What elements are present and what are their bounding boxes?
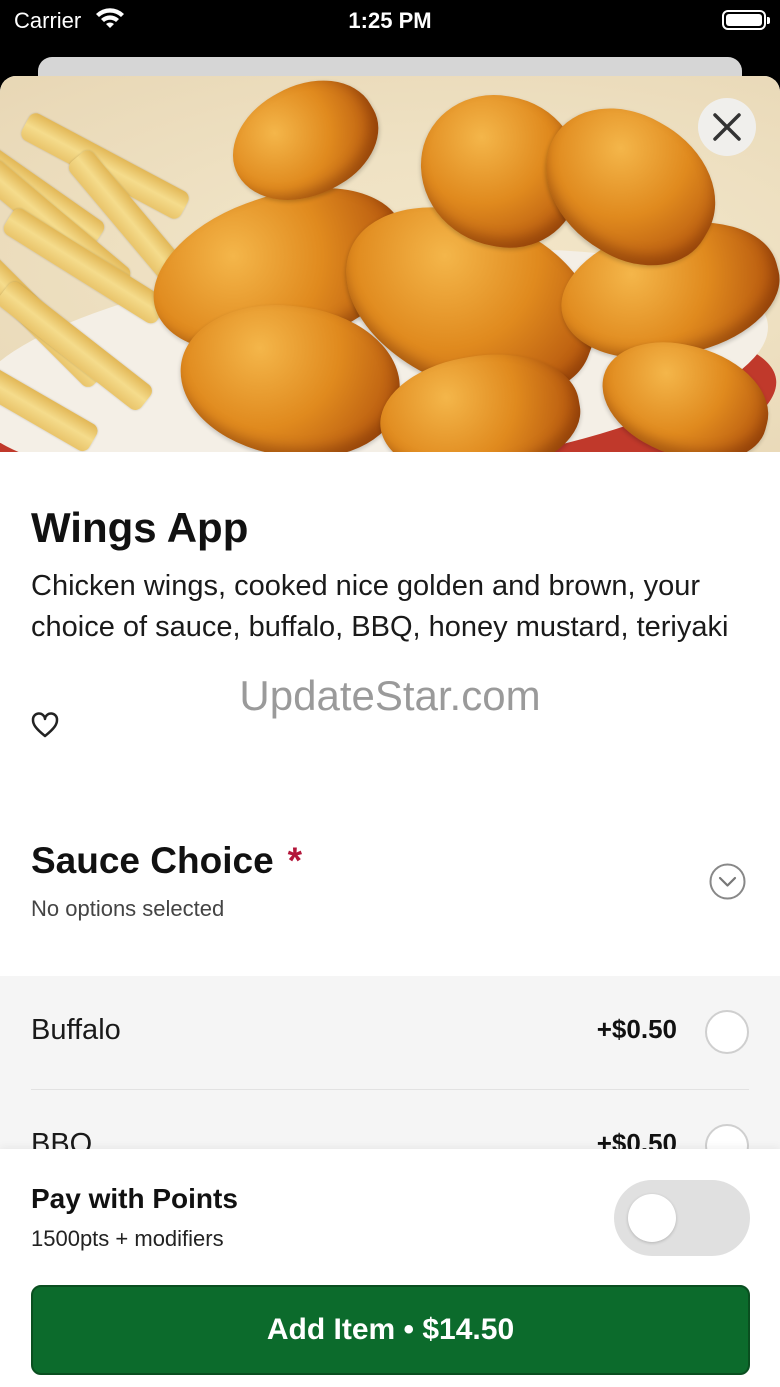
battery-full-icon: [722, 10, 770, 30]
sauce-section-title: Sauce Choice *: [31, 840, 302, 882]
status-time: 1:25 PM: [348, 8, 432, 33]
close-icon: [713, 113, 741, 141]
sauce-selection-status: No options selected: [31, 896, 225, 921]
option-name: Buffalo: [31, 1014, 121, 1046]
close-button[interactable]: [698, 98, 756, 156]
sauce-option-buffalo[interactable]: Buffalo +$0.50: [31, 976, 749, 1090]
item-hero-image: [0, 76, 780, 452]
points-cost: 1500pts + modifiers: [31, 1226, 224, 1251]
required-marker: *: [287, 840, 303, 881]
checkout-panel: Pay with Points 1500pts + modifiers Add …: [0, 1149, 780, 1387]
pay-with-points-title: Pay with Points: [31, 1183, 238, 1214]
chevron-down-circle-icon[interactable]: [709, 863, 746, 900]
item-title: Wings App: [31, 504, 249, 551]
item-detail-sheet: Wings App Chicken wings, cooked nice gol…: [0, 76, 780, 1387]
option-radio[interactable]: [705, 1010, 749, 1054]
option-price: +$0.50: [596, 1014, 677, 1044]
sauce-options-list: Buffalo +$0.50 BBQ +$0.50: [0, 976, 780, 1168]
heart-outline-icon[interactable]: [31, 712, 59, 738]
status-bar: Carrier 1:25 PM: [0, 0, 780, 44]
sauce-section-label: Sauce Choice: [31, 840, 274, 881]
watermark-text: UpdateStar.com: [239, 672, 541, 719]
toggle-knob: [628, 1194, 676, 1242]
pay-with-points-toggle[interactable]: [614, 1180, 750, 1256]
item-description: Chicken wings, cooked nice golden and br…: [31, 570, 729, 643]
add-item-button[interactable]: Add Item • $14.50: [31, 1285, 750, 1375]
